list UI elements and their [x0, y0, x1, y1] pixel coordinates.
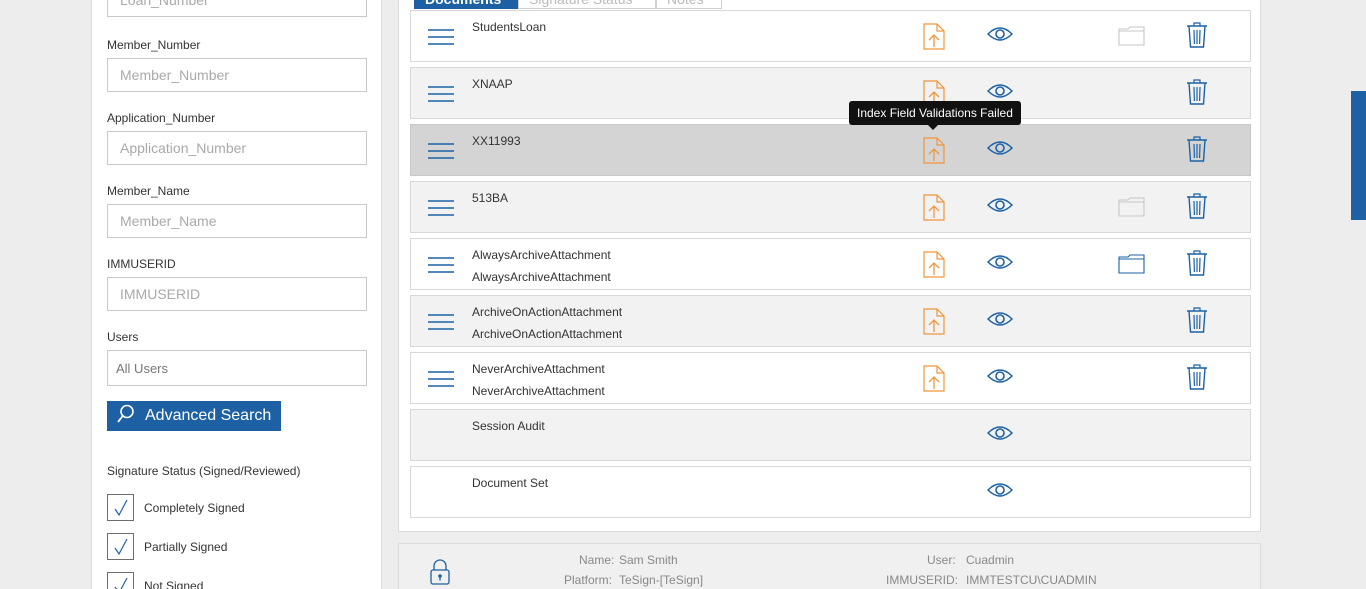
document-row[interactable]: Session Audit: [410, 409, 1251, 461]
loan-number-input[interactable]: [107, 0, 367, 17]
member-name-label: Member_Name: [107, 184, 190, 198]
document-title: Session Audit: [472, 419, 545, 433]
name-label: Name:: [579, 553, 615, 567]
checkbox-not-signed[interactable]: Not Signed: [107, 572, 203, 589]
checkbox-completely-signed[interactable]: Completely Signed: [107, 494, 245, 521]
lock-icon: [429, 558, 451, 589]
view-eye-icon[interactable]: [986, 197, 1014, 218]
search-icon: [117, 404, 145, 429]
drag-handle-icon[interactable]: [428, 142, 454, 165]
drag-handle-icon[interactable]: [428, 199, 454, 222]
trash-icon[interactable]: [1186, 193, 1208, 224]
checkbox-box[interactable]: [107, 494, 134, 521]
advanced-search-button[interactable]: Advanced Search: [107, 401, 281, 431]
user-value: Cuadmin: [966, 553, 1015, 567]
upload-file-icon[interactable]: [923, 194, 945, 226]
document-title: XNAAP: [472, 77, 513, 91]
checkbox-partially-signed[interactable]: Partially Signed: [107, 533, 227, 560]
document-row[interactable]: Document Set: [410, 466, 1251, 518]
trash-icon[interactable]: [1186, 79, 1208, 110]
document-title: ArchiveOnActionAttachment: [472, 305, 623, 319]
document-subtitle: NeverArchiveAttachment: [472, 384, 605, 398]
drag-handle-icon[interactable]: [428, 313, 454, 336]
document-row[interactable]: ArchiveOnActionAttachment ArchiveOnAction…: [410, 295, 1251, 347]
user-label: User:: [927, 553, 956, 567]
trash-icon[interactable]: [1186, 307, 1208, 338]
immuserid-label: IMMUSERID: [107, 257, 176, 271]
upload-file-icon[interactable]: [923, 308, 945, 340]
checkbox-box[interactable]: [107, 533, 134, 560]
document-row[interactable]: XX11993: [410, 124, 1251, 176]
trash-icon[interactable]: [1186, 22, 1208, 53]
side-panel-toggle[interactable]: [1351, 91, 1366, 220]
users-label: Users: [107, 330, 139, 344]
signature-status-title: Signature Status (Signed/Reviewed): [107, 464, 301, 478]
document-title: NeverArchiveAttachment: [472, 362, 605, 376]
view-eye-icon[interactable]: [986, 311, 1014, 332]
checkbox-label: Not Signed: [144, 578, 204, 589]
upload-file-icon[interactable]: [923, 23, 945, 55]
name-value: Sam Smith: [619, 553, 678, 567]
document-row[interactable]: 513BA: [410, 181, 1251, 233]
application-number-input[interactable]: [107, 131, 367, 165]
checkbox-label: Partially Signed: [144, 539, 228, 554]
immuserid-info-value: IMMTESTCU\CUADMIN: [966, 573, 1097, 587]
folder-icon[interactable]: [1118, 254, 1145, 279]
checkmark-icon: [114, 577, 128, 589]
drag-handle-icon[interactable]: [428, 85, 454, 108]
search-panel: Member_Number Application_Number Member_…: [91, 0, 382, 589]
application-number-label: Application_Number: [107, 111, 216, 125]
drag-handle-icon[interactable]: [428, 256, 454, 279]
view-eye-icon[interactable]: [986, 140, 1014, 161]
document-row[interactable]: StudentsLoan: [410, 10, 1251, 62]
platform-value: TeSign-[TeSign]: [619, 573, 704, 587]
member-number-label: Member_Number: [107, 38, 201, 52]
document-row[interactable]: AlwaysArchiveAttachment AlwaysArchiveAtta…: [410, 238, 1251, 290]
view-eye-icon[interactable]: [986, 254, 1014, 275]
document-row[interactable]: XNAAP: [410, 67, 1251, 119]
view-eye-icon[interactable]: [986, 425, 1014, 446]
document-row[interactable]: NeverArchiveAttachment NeverArchiveAttach…: [410, 352, 1251, 404]
session-info-panel: Name: Sam Smith Platform: TeSign-[TeSign…: [398, 543, 1261, 589]
member-name-input[interactable]: [107, 204, 367, 238]
upload-file-icon[interactable]: [923, 365, 945, 397]
view-eye-icon[interactable]: [986, 368, 1014, 389]
tab-documents[interactable]: Documents: [414, 0, 518, 9]
trash-icon[interactable]: [1186, 364, 1208, 395]
upload-file-icon[interactable]: [923, 251, 945, 283]
checkmark-icon: [114, 538, 128, 555]
document-title: Document Set: [472, 476, 549, 490]
document-title: XX11993: [472, 134, 521, 148]
validation-tooltip: Index Field Validations Failed: [849, 101, 1021, 130]
document-title: StudentsLoan: [472, 20, 547, 34]
upload-file-icon[interactable]: [923, 137, 945, 169]
drag-handle-icon[interactable]: [428, 370, 454, 393]
tab-signature-status[interactable]: Signature Status: [518, 0, 656, 9]
checkbox-label: Completely Signed: [144, 500, 245, 515]
drag-handle-icon[interactable]: [428, 28, 454, 51]
member-number-input[interactable]: [107, 58, 367, 92]
checkbox-box[interactable]: [107, 572, 134, 589]
trash-icon[interactable]: [1186, 136, 1208, 167]
immuserid-input[interactable]: [107, 277, 367, 311]
view-eye-icon[interactable]: [986, 26, 1014, 47]
folder-icon[interactable]: [1118, 26, 1145, 51]
users-select[interactable]: All Users: [107, 350, 367, 386]
trash-icon[interactable]: [1186, 250, 1208, 281]
checkmark-icon: [114, 499, 128, 516]
view-eye-icon[interactable]: [986, 482, 1014, 503]
tab-notes[interactable]: Notes: [656, 0, 722, 9]
document-subtitle: ArchiveOnActionAttachment: [472, 327, 623, 341]
document-title: 513BA: [472, 191, 509, 205]
folder-icon[interactable]: [1118, 197, 1145, 222]
immuserid-info-label: IMMUSERID:: [886, 573, 958, 587]
platform-label: Platform:: [564, 573, 613, 587]
documents-panel: Documents Signature Status Notes Student…: [398, 0, 1261, 532]
advanced-search-label: Advanced Search: [145, 407, 272, 424]
document-title: AlwaysArchiveAttachment: [472, 248, 611, 262]
document-subtitle: AlwaysArchiveAttachment: [472, 270, 611, 284]
